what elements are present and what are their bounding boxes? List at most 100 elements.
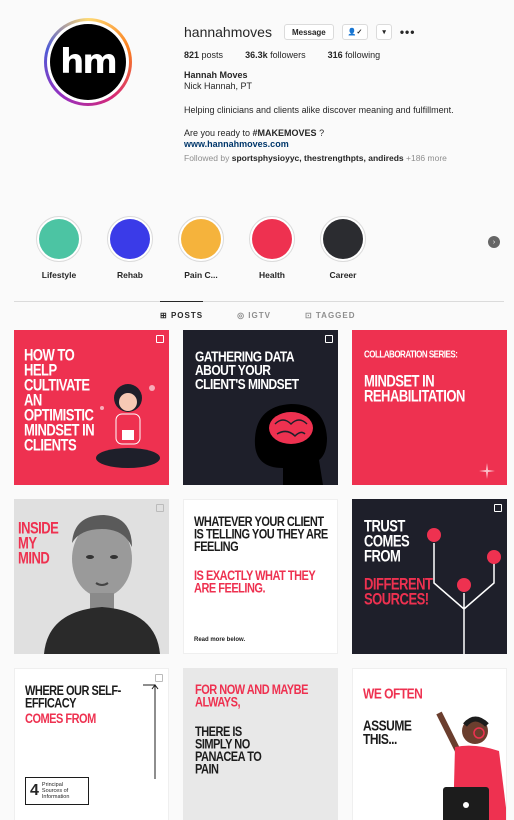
highlight-ring — [249, 216, 295, 262]
profile-tabs: ⊞ POSTS ◎ IGTV ⊡ TAGGED — [160, 301, 356, 320]
website-link[interactable]: www.hannahmoves.com — [184, 139, 504, 149]
tab-posts[interactable]: ⊞ POSTS — [160, 301, 204, 320]
username: hannahmoves — [184, 24, 272, 40]
multi-post-icon — [325, 335, 333, 343]
followed-suffix: +186 more — [403, 153, 447, 163]
chevron-down-icon: ▾ — [382, 29, 386, 36]
sources-badge: 4 Principal Sources of Information — [25, 777, 89, 805]
post-tile[interactable]: WHATEVER YOUR CLIENT IS TELLING YOU THEY… — [183, 499, 338, 654]
post-tile[interactable]: COLLABORATION SERIES: MINDSET IN REHABIL… — [352, 330, 507, 485]
tab-label: IGTV — [248, 311, 271, 320]
igtv-icon: ◎ — [237, 311, 246, 320]
highlight-ring — [320, 216, 366, 262]
post-tile[interactable]: INSIDE MY MIND — [14, 499, 169, 654]
highlights-next-icon[interactable]: › — [488, 236, 500, 248]
posts-label: posts — [201, 50, 224, 60]
message-button[interactable]: Message — [283, 24, 334, 40]
highlight-pain[interactable]: Pain C... — [178, 216, 224, 280]
bio-hashtag[interactable]: #MAKEMOVES — [253, 128, 317, 138]
profile-avatar[interactable]: hm — [44, 18, 132, 106]
post-tile[interactable]: GATHERING DATA ABOUT YOUR CLIENT'S MINDS… — [183, 330, 338, 485]
highlight-label: Pain C... — [184, 270, 218, 280]
highlight-cover — [110, 219, 150, 259]
brain-head-illustration — [254, 404, 327, 485]
more-options-icon[interactable]: ••• — [400, 25, 416, 39]
bio-question-prefix: Are you ready to — [184, 128, 253, 138]
post-caption: INSIDE MY MIND — [18, 518, 59, 568]
avatar-border: hm — [47, 21, 129, 103]
highlight-cover — [323, 219, 363, 259]
post-read-more: Read more below. — [194, 637, 246, 643]
post-series-label: COLLABORATION SERIES: — [364, 348, 458, 360]
post-tile[interactable]: WE OFTEN ASSUME THIS... — [352, 668, 507, 820]
highlight-label: Rehab — [117, 270, 143, 280]
user-check-icon: 👤✓ — [347, 29, 363, 36]
followed-by[interactable]: Followed by sportsphysioyyc, thestrength… — [184, 153, 504, 163]
posts-grid: HOW TO HELP CULTIVATE AN OPTIMISTIC MIND… — [14, 330, 508, 820]
tabs-divider — [14, 301, 504, 302]
post-tile[interactable]: HOW TO HELP CULTIVATE AN OPTIMISTIC MIND… — [14, 330, 169, 485]
post-caption-highlight: COMES FROM — [25, 711, 96, 727]
post-caption: GATHERING DATA ABOUT YOUR CLIENT'S MINDS… — [195, 347, 299, 393]
multi-post-icon — [155, 674, 163, 682]
post-caption-highlight: FOR NOW AND MAYBE ALWAYS, — [195, 682, 308, 711]
post-caption: TRUST COMES FROM — [364, 516, 410, 566]
highlight-rehab[interactable]: Rehab — [107, 216, 153, 280]
highlight-lifestyle[interactable]: Lifestyle — [36, 216, 82, 280]
posts-count: 821 — [184, 50, 200, 60]
followers-stat[interactable]: 36.3k followers — [245, 50, 306, 60]
highlight-career[interactable]: Career — [320, 216, 366, 280]
post-caption: THERE IS SIMPLY NO PANACEA TO PAIN — [195, 724, 262, 778]
grid-icon: ⊞ — [160, 311, 168, 320]
tag-icon: ⊡ — [304, 311, 313, 320]
posts-stat: 821 posts — [184, 50, 223, 60]
connector-line-illustration — [143, 684, 159, 779]
post-caption: ASSUME THIS... — [363, 716, 412, 748]
highlight-cover — [181, 219, 221, 259]
highlight-label: Career — [329, 270, 357, 280]
highlight-label: Health — [259, 270, 285, 280]
tab-label: POSTS — [170, 311, 204, 320]
video-post-icon — [156, 504, 164, 512]
full-name: Hannah Moves — [184, 70, 248, 80]
bio-text: Helping clinicians and clients alike dis… — [184, 105, 454, 115]
profile-subtitle: Nick Hannah, PT — [184, 81, 253, 91]
post-tile[interactable]: WHERE OUR SELF-EFFICACY COMES FROM 4 Pri… — [14, 668, 169, 820]
avatar-logo-text: hm — [60, 42, 118, 82]
avatar-logo: hm — [50, 24, 126, 100]
following-button[interactable]: 👤✓ — [341, 24, 369, 40]
followed-prefix: Followed by — [184, 153, 232, 163]
followers-count: 36.3k — [245, 50, 268, 60]
profile-info: hannahmoves Message 👤✓ ▾ ••• 821 posts 3… — [184, 22, 504, 163]
followed-names: sportsphysioyyc, thestrengthpts, andired… — [231, 153, 404, 163]
following-label: following — [345, 50, 381, 60]
profile-stats: 821 posts 36.3k followers 316 following — [184, 50, 504, 60]
post-caption: WHERE OUR SELF-EFFICACY — [25, 683, 121, 712]
profile-header-row: hannahmoves Message 👤✓ ▾ ••• — [184, 22, 504, 42]
highlight-health[interactable]: Health — [249, 216, 295, 280]
tab-igtv[interactable]: ◎ IGTV — [237, 303, 271, 320]
multi-post-icon — [494, 504, 502, 512]
woman-meditating-illustration — [96, 384, 160, 468]
suggestions-dropdown-button[interactable]: ▾ — [376, 24, 392, 40]
bio-question-suffix: ? — [316, 128, 325, 138]
story-highlights: Lifestyle Rehab Pain C... Health Career — [36, 216, 366, 280]
highlight-ring — [178, 216, 224, 262]
post-caption: MINDSET IN REHABILITATION — [364, 371, 465, 406]
highlight-label: Lifestyle — [41, 270, 77, 280]
highlight-cover — [252, 219, 292, 259]
highlight-ring — [36, 216, 82, 262]
post-caption-highlight: WE OFTEN — [363, 684, 423, 702]
post-caption: WHATEVER YOUR CLIENT IS TELLING YOU THEY… — [194, 514, 328, 556]
post-tile[interactable]: TRUST COMES FROM DIFFERENT SOURCES! — [352, 499, 507, 654]
following-stat[interactable]: 316 following — [328, 50, 381, 60]
tab-label: TAGGED — [315, 311, 356, 320]
tab-tagged[interactable]: ⊡ TAGGED — [305, 303, 356, 320]
highlight-ring — [107, 216, 153, 262]
followers-label: followers — [270, 50, 306, 60]
sources-count: 4 — [30, 782, 39, 799]
post-caption-highlight: DIFFERENT SOURCES! — [364, 574, 433, 609]
highlight-cover — [39, 219, 79, 259]
multi-post-icon — [156, 335, 164, 343]
post-tile[interactable]: FOR NOW AND MAYBE ALWAYS, THERE IS SIMPL… — [183, 668, 338, 820]
